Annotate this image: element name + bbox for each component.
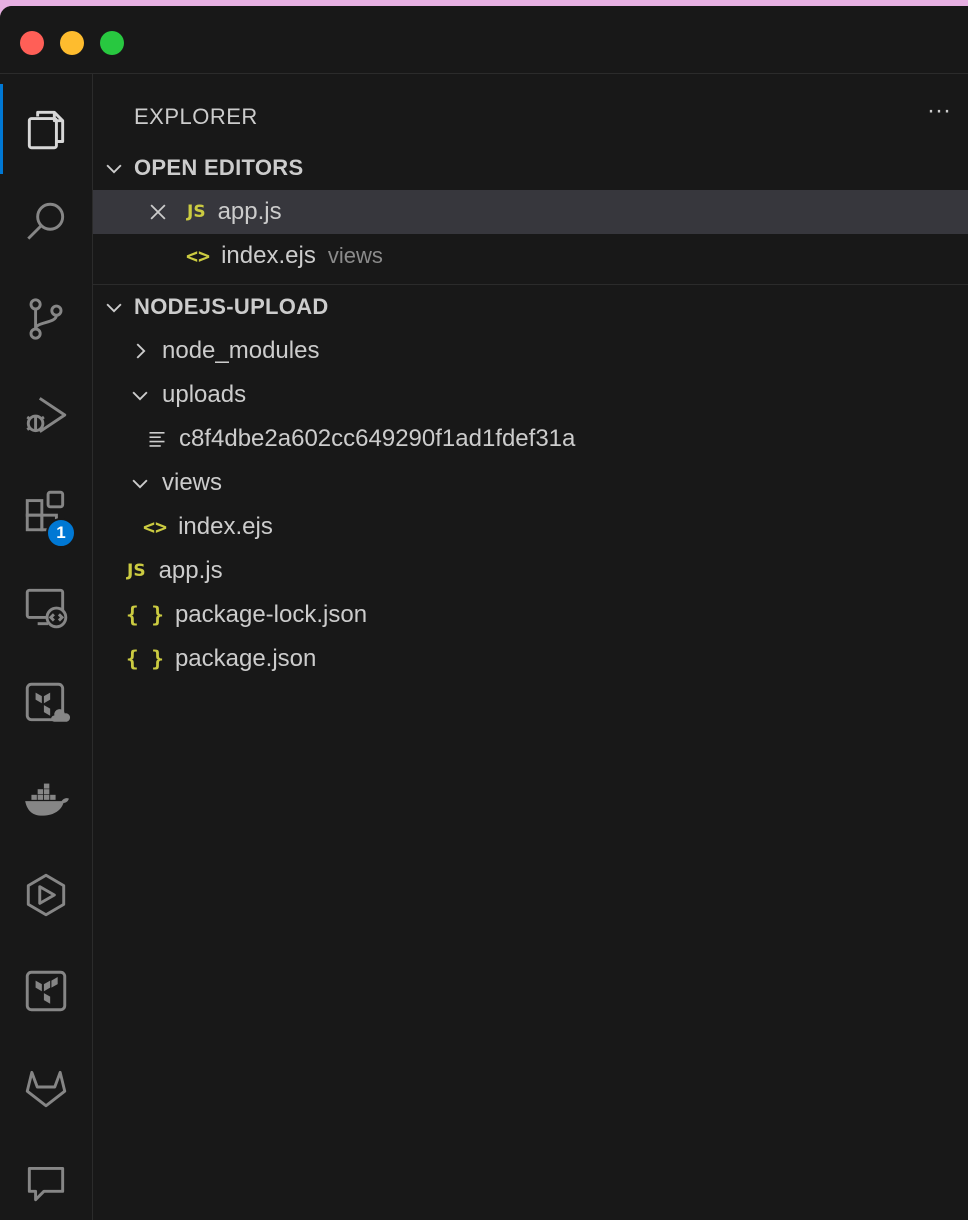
explorer-title: EXPLORER [134, 104, 258, 129]
maximize-window-button[interactable] [100, 31, 124, 55]
open-editor-description: views [327, 243, 383, 268]
tree-item-uploads[interactable]: uploads [93, 373, 968, 417]
tree-item-upload-file[interactable]: c8f4dbe2a602cc649290f1ad1fdef31a [93, 417, 968, 461]
play-icon[interactable] [0, 850, 92, 940]
open-editor-name: app.js [217, 198, 282, 225]
tree-item-label: app.js [158, 557, 223, 584]
code-file-icon: <> [143, 515, 168, 539]
json-file-icon: { } [126, 603, 164, 627]
terraform-icon[interactable] [0, 946, 92, 1036]
close-window-button[interactable] [20, 31, 44, 55]
open-editors-label: OPEN EDITORS [134, 155, 304, 180]
tree-item-label: package-lock.json [174, 601, 368, 628]
comments-icon[interactable] [0, 1138, 92, 1220]
workspace-label: NODEJS-UPLOAD [134, 294, 329, 319]
tree-item-label: node_modules [162, 337, 320, 364]
text-file-icon [149, 431, 165, 447]
gitlab-icon[interactable] [0, 1042, 92, 1132]
json-file-icon: { } [126, 647, 164, 671]
tree-item-package-json[interactable]: { } package.json [93, 637, 968, 681]
workspace-header[interactable]: NODEJS-UPLOAD [93, 285, 968, 329]
open-editor-name: index.ejs [221, 242, 316, 269]
tree-item-label: uploads [162, 381, 247, 408]
run-debug-icon[interactable] [0, 370, 92, 460]
tree-item-label: c8f4dbe2a602cc649290f1ad1fdef31a [179, 425, 576, 452]
tree-item-app-js[interactable]: JS app.js [93, 549, 968, 593]
tree-item-label: views [162, 469, 223, 496]
js-file-icon: JS [187, 202, 206, 222]
vscode-window: 1 EXPLORER ··· OPEN EDITORS JS app.js <>… [0, 6, 968, 1220]
tree-item-package-lock-json[interactable]: { } package-lock.json [93, 593, 968, 637]
search-icon[interactable] [0, 178, 92, 268]
tree-item-label: index.ejs [178, 513, 273, 540]
open-editor-item[interactable]: JS app.js [93, 190, 968, 234]
more-actions-button[interactable]: ··· [924, 96, 954, 126]
chevron-down-icon [106, 164, 122, 174]
explorer-sidebar: EXPLORER ··· OPEN EDITORS JS app.js <> i… [93, 74, 968, 1220]
title-bar [0, 6, 968, 74]
chevron-down-icon [106, 303, 122, 313]
chevron-down-icon [132, 479, 148, 489]
remote-explorer-icon[interactable] [0, 562, 92, 652]
tree-item-index-ejs[interactable]: <> index.ejs [93, 505, 968, 549]
tree-item-node-modules[interactable]: node_modules [93, 329, 968, 373]
terraform-cloud-icon[interactable] [0, 658, 92, 748]
docker-icon[interactable] [0, 754, 92, 844]
open-editors-header[interactable]: OPEN EDITORS [93, 146, 968, 190]
code-file-icon: <> [186, 244, 211, 268]
close-icon[interactable] [147, 201, 169, 223]
source-control-icon[interactable] [0, 274, 92, 364]
tree-item-views[interactable]: views [93, 461, 968, 505]
chevron-down-icon [132, 391, 148, 401]
activity-bar: 1 [0, 74, 93, 1220]
tree-item-label: package.json [174, 645, 317, 672]
extensions-icon[interactable]: 1 [0, 466, 92, 556]
js-file-icon: JS [127, 561, 146, 581]
chevron-right-icon [136, 343, 146, 359]
extensions-badge: 1 [46, 518, 76, 548]
open-editor-item[interactable]: <> index.ejs views [93, 234, 968, 278]
explorer-icon[interactable] [0, 84, 92, 174]
minimize-window-button[interactable] [60, 31, 84, 55]
